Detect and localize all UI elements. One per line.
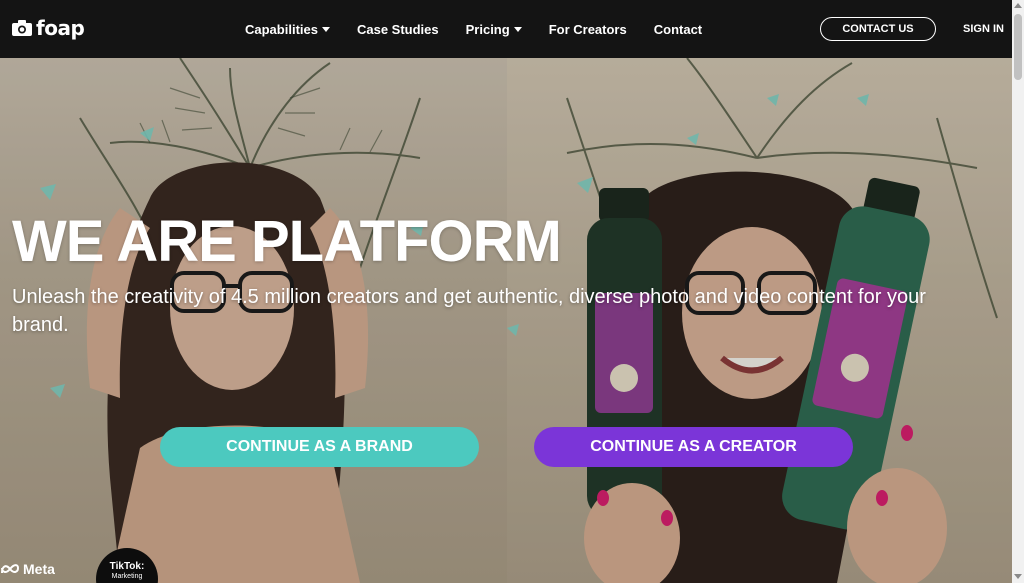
meta-partner-badge: Meta <box>0 561 55 577</box>
nav-item-capabilities[interactable]: Capabilities <box>245 22 330 37</box>
nav-item-label: Pricing <box>465 21 510 37</box>
foap-logo[interactable]: foap <box>12 16 85 40</box>
sign-in-link[interactable]: SIGN IN <box>963 23 1004 35</box>
nav-item-label: Contact <box>653 21 703 37</box>
nav-item-label: Case Studies <box>356 21 439 37</box>
nav-item-label: Capabilities <box>245 21 318 37</box>
chevron-down-icon <box>513 26 522 32</box>
meta-label: Meta <box>23 561 55 577</box>
contact-us-button[interactable]: CONTACT US <box>820 17 936 41</box>
continue-as-brand-button[interactable]: CONTINUE AS A BRAND <box>160 427 479 467</box>
nav-item-label: For Creators <box>548 21 627 37</box>
continue-as-creator-button[interactable]: CONTINUE AS A CREATOR <box>534 427 853 467</box>
nav-item-case-studies[interactable]: Case Studies <box>357 22 439 37</box>
logo-text: foap <box>36 16 85 40</box>
hero-section: WE ARE PLATFORM Unleash the creativity o… <box>0 58 1012 583</box>
scrollbar-thumb[interactable] <box>1014 14 1022 80</box>
tiktok-label: TikTok: <box>109 561 145 572</box>
hero-subtitle: Unleash the creativity of 4.5 million cr… <box>12 286 926 336</box>
scroll-down-arrow-icon[interactable] <box>1014 574 1022 579</box>
page-scrollbar[interactable] <box>1012 0 1024 583</box>
camera-icon <box>12 20 32 36</box>
meta-logo-icon <box>1 564 20 574</box>
tiktok-sub-label: Marketing <box>111 573 143 580</box>
nav-item-for-creators[interactable]: For Creators <box>549 22 627 37</box>
top-navigation: foap Capabilities Case Studies Pricing F… <box>0 0 1012 58</box>
nav-menu: Capabilities Case Studies Pricing For Cr… <box>245 0 702 58</box>
nav-item-contact[interactable]: Contact <box>654 22 702 37</box>
nav-item-pricing[interactable]: Pricing <box>466 22 522 37</box>
chevron-down-icon <box>321 26 330 32</box>
hero-title: WE ARE PLATFORM <box>12 209 562 274</box>
scroll-up-arrow-icon[interactable] <box>1014 3 1022 8</box>
